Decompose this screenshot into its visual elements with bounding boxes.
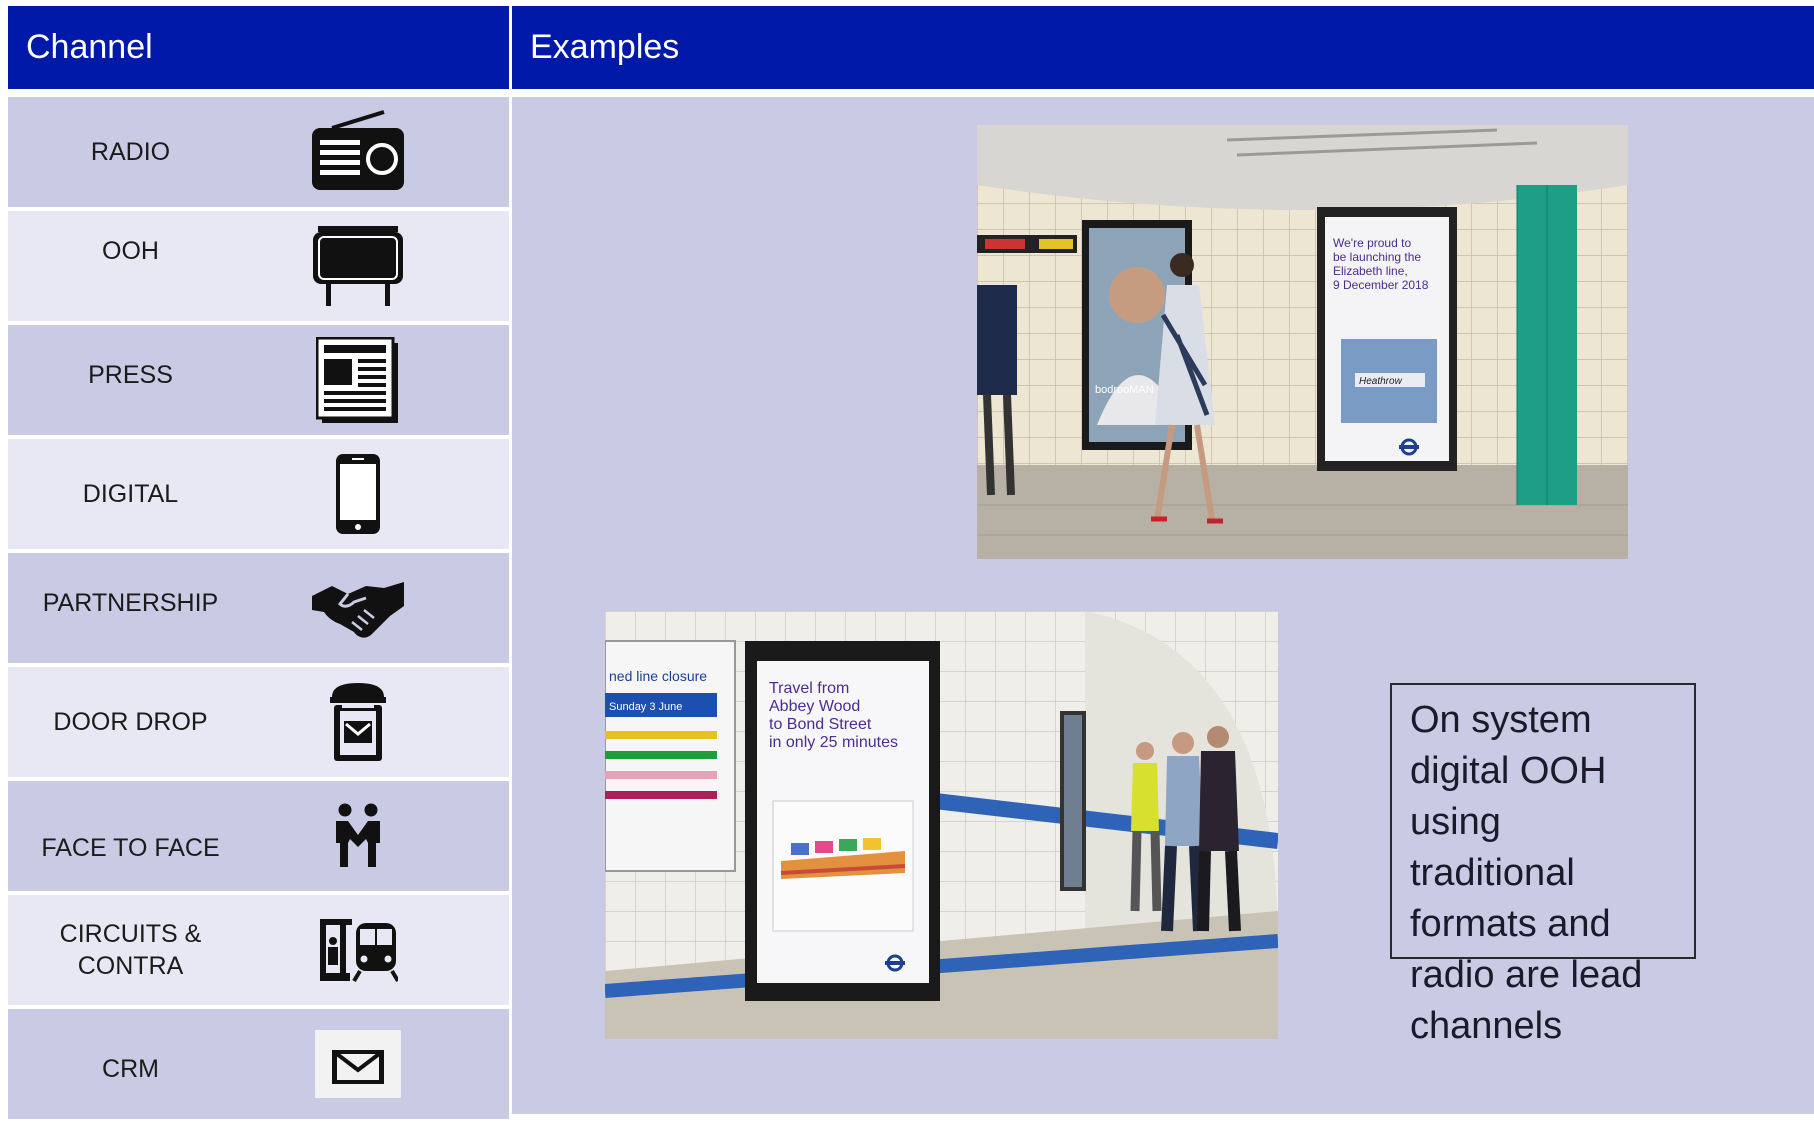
channel-row-radio: RADIO xyxy=(8,97,509,207)
channel-row-crm: CRM xyxy=(8,1009,509,1119)
smartphone-icon xyxy=(298,439,418,549)
channel-label: DIGITAL xyxy=(82,480,179,508)
channel-label: CIRCUITS & CONTRA xyxy=(59,920,202,980)
train-station-icon xyxy=(298,895,418,1005)
left-poster-text: bodrooMAN xyxy=(1095,384,1154,396)
notice-date: Sunday 3 June xyxy=(609,701,682,713)
notice-title: ned line closure xyxy=(609,668,707,684)
ooh-photo-elizabeth-line: bodrooMAN We're proud to be launching th… xyxy=(977,125,1628,559)
poster-line-3: Elizabeth line, xyxy=(1333,264,1408,278)
poster2-line-3: to Bond Street xyxy=(769,716,872,733)
channel-row-door-drop: DOOR DROP xyxy=(8,667,509,777)
channel-row-press: PRESS xyxy=(8,325,509,435)
poster-sign-text: Heathrow xyxy=(1359,376,1403,387)
ooh-photo-abbey-wood: ned line closure Sunday 3 June Travel fr… xyxy=(605,611,1278,1039)
examples-column-header: Examples xyxy=(512,6,1814,89)
poster2-line-2: Abbey Wood xyxy=(769,698,860,715)
poster2-line-1: Travel from xyxy=(769,680,849,697)
radio-icon xyxy=(298,97,418,207)
channel-list: RADIO OOH PRESS DIGITAL PARTNERSHIP DOOR… xyxy=(8,97,509,1123)
newspaper-icon xyxy=(298,325,418,435)
channel-label: PARTNERSHIP xyxy=(42,589,219,617)
poster-line-2: be launching the xyxy=(1333,250,1421,264)
channel-label: CRM xyxy=(102,1055,159,1083)
channel-row-ooh: OOH xyxy=(8,211,509,321)
callout-text-box: On system digital OOH using traditional … xyxy=(1390,683,1696,1047)
channel-label: OOH xyxy=(102,237,159,265)
letterbox-icon xyxy=(298,667,418,777)
envelope-icon xyxy=(298,1009,418,1119)
channel-label: DOOR DROP xyxy=(53,708,208,736)
channel-row-digital: DIGITAL xyxy=(8,439,509,549)
poster-line-4: 9 December 2018 xyxy=(1333,278,1429,292)
billboard-icon xyxy=(298,211,418,321)
poster2-line-4: in only 25 minutes xyxy=(769,734,898,751)
examples-panel: bodrooMAN We're proud to be launching th… xyxy=(512,97,1814,1114)
channel-column-header: Channel xyxy=(8,6,509,89)
people-icon xyxy=(298,781,418,891)
channel-row-circuits-contra: CIRCUITS & CONTRA xyxy=(8,895,509,1005)
channel-row-partnership: PARTNERSHIP xyxy=(8,553,509,663)
poster-line-1: We're proud to xyxy=(1333,236,1411,250)
handshake-icon xyxy=(298,553,418,663)
channel-label: RADIO xyxy=(90,138,171,166)
channel-row-face-to-face: FACE TO FACE xyxy=(8,781,509,891)
channel-label: FACE TO FACE xyxy=(41,834,220,862)
channel-label: PRESS xyxy=(88,361,173,389)
